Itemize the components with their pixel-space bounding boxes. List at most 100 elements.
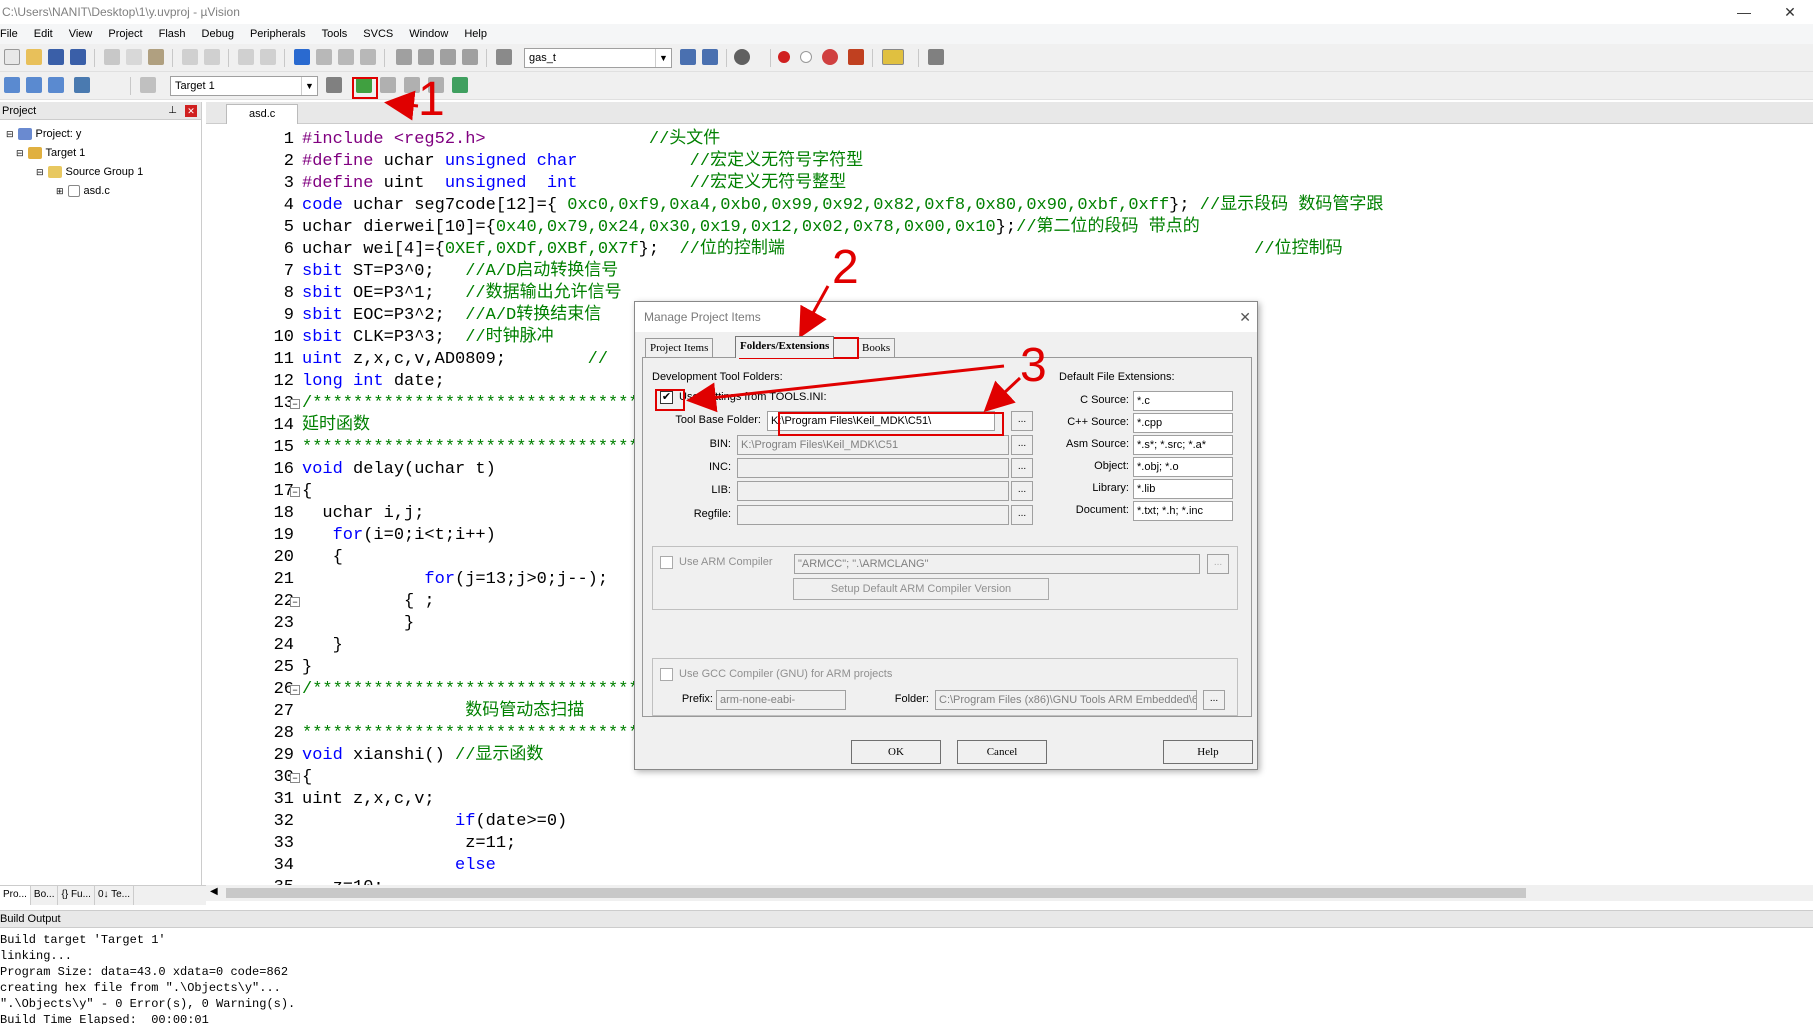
menu-item[interactable]: Debug [194, 28, 242, 40]
translate-icon[interactable] [4, 77, 20, 93]
regfile-input[interactable] [737, 505, 1009, 525]
pane-tab[interactable]: 0↓ Te... [95, 886, 135, 905]
menu-item[interactable]: Tools [314, 28, 356, 40]
new-file-icon[interactable] [4, 49, 20, 65]
cut-icon[interactable] [104, 49, 120, 65]
menu-item[interactable]: Peripherals [242, 28, 314, 40]
arm-compiler-input[interactable]: "ARMCC"; ".\ARMCLANG" [794, 554, 1200, 574]
ext-input[interactable]: *.cpp [1133, 413, 1233, 433]
paste-icon[interactable] [148, 49, 164, 65]
help-button[interactable]: Help [1163, 740, 1253, 764]
breakpoint-kill-icon[interactable] [822, 49, 838, 65]
menu-item[interactable]: SVCS [355, 28, 401, 40]
copy-icon[interactable] [126, 49, 142, 65]
incremental-find-icon[interactable] [702, 49, 718, 65]
redo-icon[interactable] [204, 49, 220, 65]
menu-item[interactable]: Edit [26, 28, 61, 40]
bookmark-icon[interactable] [294, 49, 310, 65]
close-icon[interactable]: ✕ [185, 105, 197, 117]
close-icon[interactable]: ✕ [1239, 302, 1251, 332]
menu-item[interactable]: Project [100, 28, 150, 40]
menu-item[interactable]: Flash [151, 28, 194, 40]
component-icon[interactable] [452, 77, 468, 93]
pane-tab[interactable]: Pro... [0, 886, 31, 905]
ext-input[interactable]: *.txt; *.h; *.inc [1133, 501, 1233, 521]
breakpoint-all-icon[interactable] [848, 49, 864, 65]
lib-input[interactable] [737, 481, 1009, 501]
select-packs-icon[interactable] [380, 77, 396, 93]
fold-toggle-icon[interactable]: − [290, 773, 300, 783]
tree-item-source-group[interactable]: ⊟ Source Group 1 [36, 164, 143, 180]
horizontal-scrollbar[interactable]: ◀ [206, 885, 1813, 901]
menu-item[interactable]: File [0, 28, 26, 40]
bookmark-next-icon[interactable] [338, 49, 354, 65]
menu-item[interactable]: Help [456, 28, 495, 40]
nav-forward-icon[interactable] [260, 49, 276, 65]
save-all-icon[interactable] [70, 49, 86, 65]
fold-toggle-icon[interactable]: − [290, 597, 300, 607]
bookmark-prev-icon[interactable] [316, 49, 332, 65]
inc-input[interactable] [737, 458, 1009, 478]
ext-input[interactable]: *.lib [1133, 479, 1233, 499]
prefix-input[interactable]: arm-none-eabi- [716, 690, 846, 710]
tree-item-project[interactable]: ⊟ Project: y [6, 126, 81, 142]
unindent-icon[interactable] [418, 49, 434, 65]
chevron-down-icon[interactable]: ▼ [655, 49, 671, 67]
ext-input[interactable]: *.obj; *.o [1133, 457, 1233, 477]
breakpoint-icon[interactable] [778, 51, 790, 63]
undo-icon[interactable] [182, 49, 198, 65]
fold-toggle-icon[interactable]: − [290, 685, 300, 695]
indent-icon[interactable] [396, 49, 412, 65]
code-token: }; [638, 240, 680, 259]
find-in-files-icon[interactable] [496, 49, 512, 65]
target-options-icon[interactable] [326, 77, 342, 93]
gcc-folder-browse-button[interactable]: ... [1203, 690, 1225, 710]
code-line: /********************************** [302, 679, 659, 701]
find-combo[interactable]: gas_t ▼ [524, 48, 672, 68]
gcc-folder-input[interactable]: C:\Program Files (x86)\GNU Tools ARM Emb… [935, 690, 1197, 710]
close-icon[interactable]: ✕ [1767, 0, 1813, 24]
configure-icon[interactable] [928, 49, 944, 65]
comment-icon[interactable] [440, 49, 456, 65]
use-gcc-compiler-checkbox[interactable] [660, 668, 673, 681]
window-layout-icon[interactable] [882, 49, 904, 65]
download-icon[interactable] [140, 77, 156, 93]
batch-build-icon[interactable] [74, 77, 90, 93]
tree-item-target[interactable]: ⊟ Target 1 [16, 145, 85, 161]
pane-tab[interactable]: Bo... [31, 886, 59, 905]
scroll-left-icon[interactable]: ◀ [210, 886, 218, 897]
target-combo[interactable]: Target 1 ▼ [170, 76, 318, 96]
bookmark-clear-icon[interactable] [360, 49, 376, 65]
pane-tab[interactable]: {} Fu... [58, 886, 95, 905]
editor-tab[interactable]: asd.c [226, 104, 298, 124]
menu-item[interactable]: View [61, 28, 101, 40]
tab-project-items[interactable]: Project Items [645, 338, 714, 358]
uncomment-icon[interactable] [462, 49, 478, 65]
ext-input[interactable]: *.c [1133, 391, 1233, 411]
debug-session-icon[interactable] [734, 49, 750, 65]
fold-toggle-icon[interactable]: − [290, 399, 300, 409]
menu-item[interactable]: Window [401, 28, 456, 40]
save-icon[interactable] [48, 49, 64, 65]
chevron-down-icon[interactable]: ▼ [301, 77, 317, 95]
find-icon[interactable] [680, 49, 696, 65]
breakpoint-disable-icon[interactable] [800, 51, 812, 63]
ext-input[interactable]: *.s*; *.src; *.a* [1133, 435, 1233, 455]
rebuild-icon[interactable] [48, 77, 64, 93]
scrollbar-thumb[interactable] [226, 888, 1526, 898]
minimize-icon[interactable]: — [1721, 0, 1767, 24]
setup-arm-compiler-button[interactable]: Setup Default ARM Compiler Version [793, 578, 1049, 600]
fold-toggle-icon[interactable]: − [290, 487, 300, 497]
tab-folders-extensions[interactable]: Folders/Extensions [735, 336, 835, 358]
use-arm-compiler-checkbox[interactable] [660, 556, 673, 569]
arm-compiler-browse-button[interactable]: ... [1207, 554, 1229, 574]
open-folder-icon[interactable] [26, 49, 42, 65]
pin-icon[interactable]: ⊥ [168, 102, 177, 120]
build-icon[interactable] [26, 77, 42, 93]
tab-books[interactable]: Books [857, 338, 896, 358]
cancel-button[interactable]: Cancel [957, 740, 1047, 764]
bin-input[interactable]: K:\Program Files\Keil_MDK\C51 [737, 435, 1009, 455]
nav-back-icon[interactable] [238, 49, 254, 65]
tree-item-file[interactable]: ⊞ asd.c [56, 183, 110, 199]
ok-button[interactable]: OK [851, 740, 941, 764]
